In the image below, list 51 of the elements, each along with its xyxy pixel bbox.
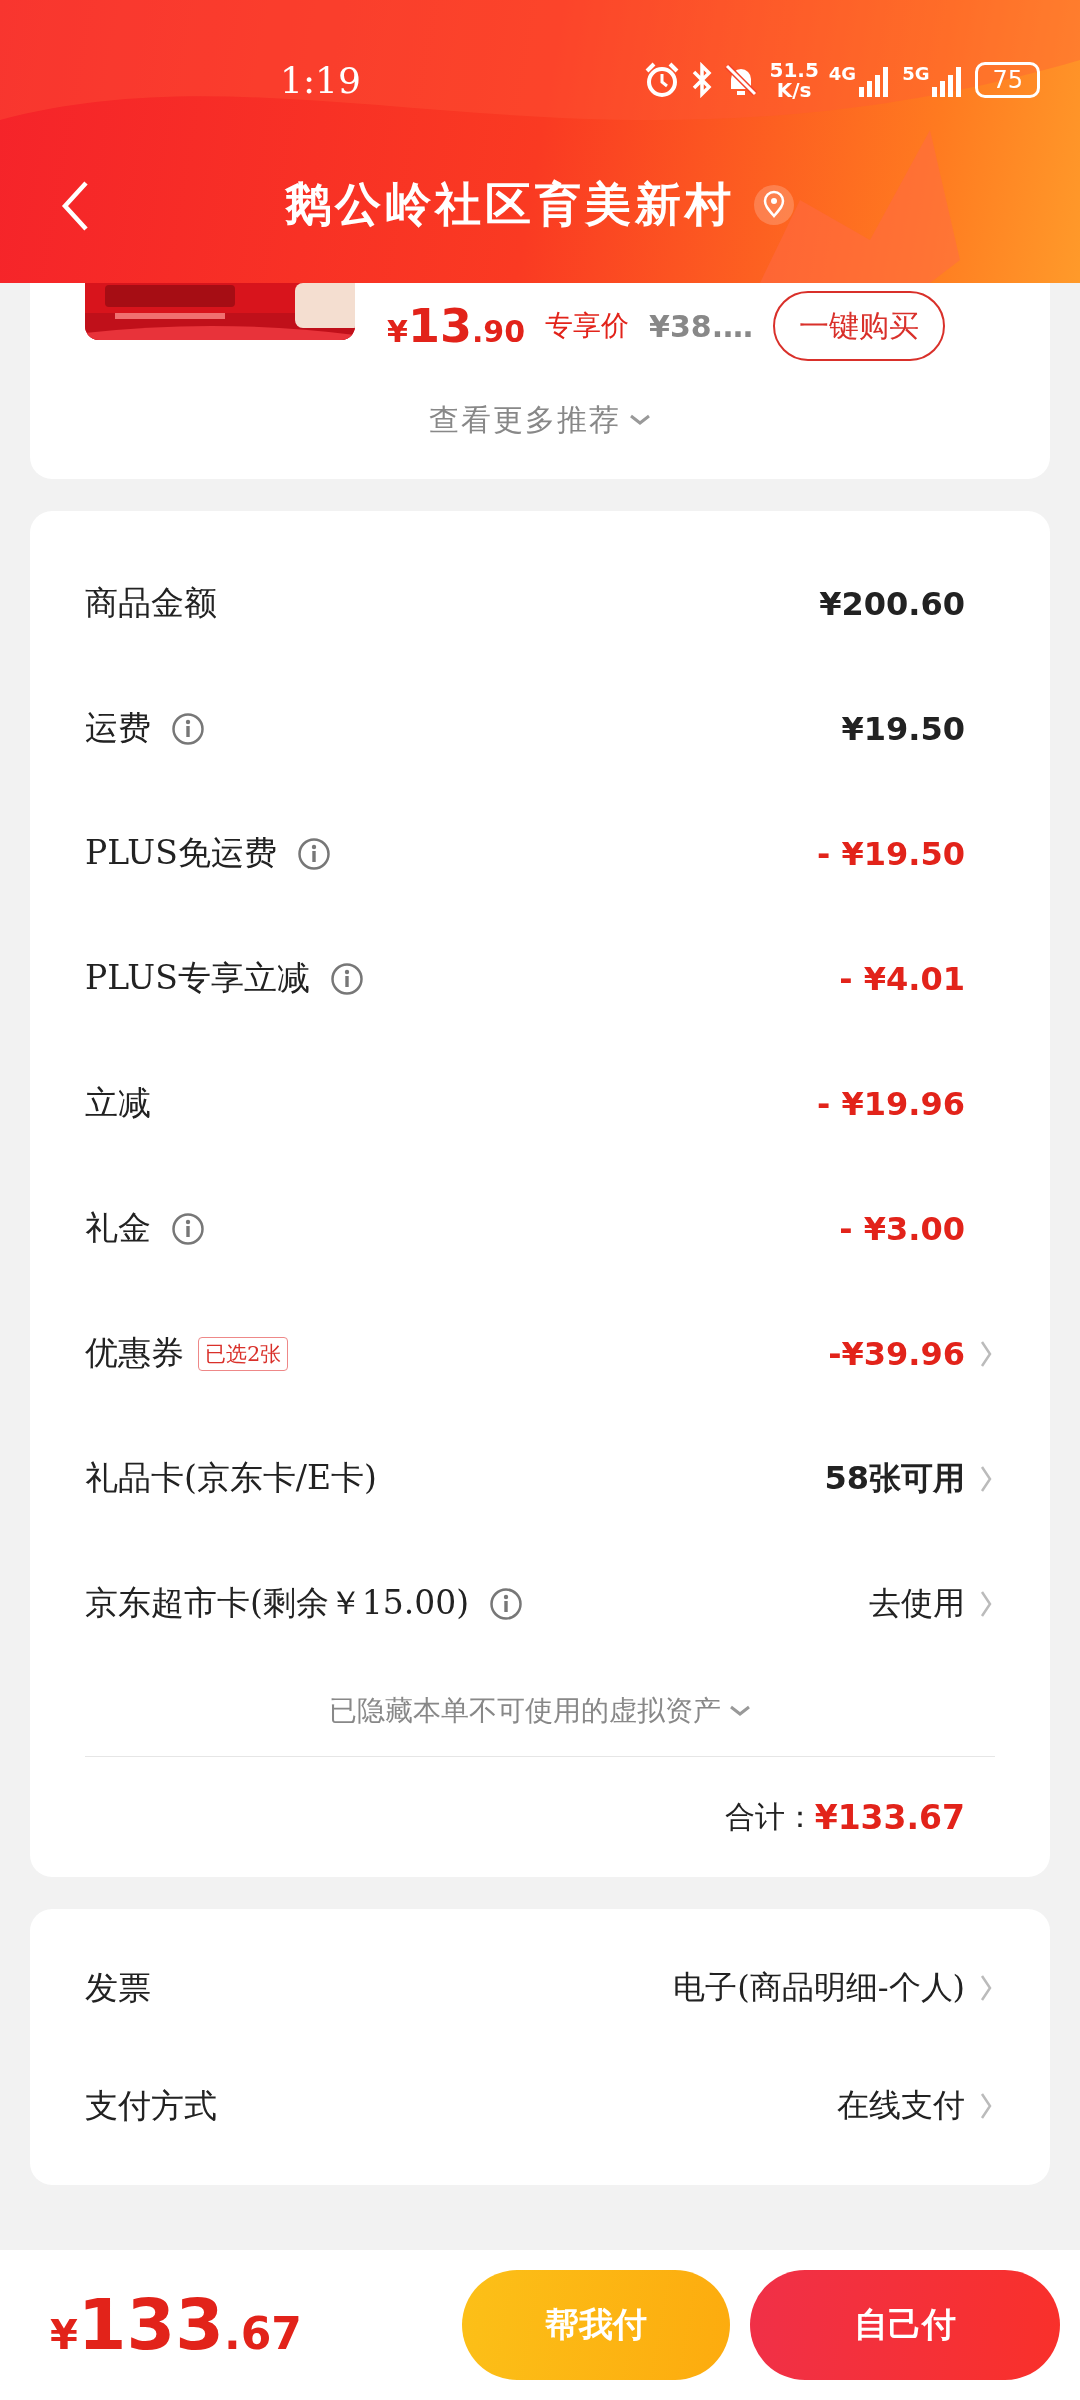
fee-label: 礼品卡(京东卡/E卡) bbox=[85, 1457, 377, 1499]
back-icon[interactable] bbox=[60, 180, 90, 232]
speed-unit: K/s bbox=[776, 80, 812, 100]
network-type: 5G bbox=[902, 63, 930, 84]
fee-value: 去使用 bbox=[869, 1582, 965, 1624]
original-price: ¥38.… bbox=[649, 308, 754, 344]
battery-level: 75 bbox=[975, 62, 1040, 98]
option-label: 支付方式 bbox=[85, 2084, 217, 2127]
fee-value: 58张可用 bbox=[824, 1457, 965, 1499]
info-icon[interactable] bbox=[329, 961, 364, 996]
total-label: 合计： bbox=[724, 1797, 815, 1836]
info-icon[interactable] bbox=[489, 1586, 524, 1621]
coupon-badge: 已选2张 bbox=[198, 1336, 289, 1371]
info-icon[interactable] bbox=[296, 836, 331, 871]
fee-label: 运费 bbox=[85, 707, 151, 749]
bell-muted-icon bbox=[723, 62, 760, 98]
fee-value: -¥39.96 bbox=[828, 1334, 965, 1373]
product-price: ¥13.90 bbox=[387, 299, 526, 353]
option-label: 发票 bbox=[85, 1966, 151, 2009]
payable-amount: ¥133.67 bbox=[50, 2284, 302, 2366]
fee-label: 京东超市卡(剩余￥15.00) bbox=[85, 1582, 470, 1624]
fee-value: ¥19.50 bbox=[841, 709, 965, 748]
info-icon[interactable] bbox=[171, 711, 205, 746]
buy-now-button[interactable]: 一键购买 bbox=[773, 291, 946, 361]
hidden-assets-note[interactable]: 已隐藏本单不可使用的虚拟资产 bbox=[329, 1692, 721, 1730]
chevron-down-icon bbox=[729, 1704, 751, 1718]
fee-value: - ¥19.96 bbox=[817, 1084, 965, 1123]
fee-value: ¥200.60 bbox=[819, 584, 965, 623]
fee-label: 立减 bbox=[85, 1082, 151, 1124]
fee-value: - ¥4.01 bbox=[839, 959, 965, 998]
fee-label: 优惠券 bbox=[85, 1332, 184, 1374]
fee-label: PLUS专享立减 bbox=[85, 957, 310, 999]
address-title: 鹅公岭社区育美新村 bbox=[285, 176, 735, 233]
total-amount: ¥133.67 bbox=[814, 1797, 965, 1837]
price-tag: 专享价 bbox=[545, 307, 630, 345]
fee-value: - ¥19.50 bbox=[817, 834, 965, 873]
network-speed: 51.5 bbox=[769, 60, 819, 80]
bluetooth-icon bbox=[691, 62, 714, 98]
location-pin-icon[interactable] bbox=[753, 184, 795, 226]
info-icon[interactable] bbox=[171, 1211, 205, 1246]
fee-label: PLUS免运费 bbox=[85, 832, 277, 874]
pay-button[interactable]: 自己付 bbox=[750, 2270, 1060, 2380]
chevron-down-icon bbox=[629, 413, 651, 427]
status-time: 1:19 bbox=[280, 59, 361, 101]
fee-label: 商品金额 bbox=[85, 582, 217, 624]
fee-value: - ¥3.00 bbox=[839, 1209, 965, 1248]
option-value[interactable]: 在线支付 bbox=[837, 2084, 965, 2128]
network-type: 4G bbox=[828, 63, 857, 84]
fee-label: 礼金 bbox=[85, 1207, 151, 1249]
option-value[interactable]: 电子(商品明细-个人) bbox=[673, 1966, 965, 2010]
more-recommendations-link[interactable]: 查看更多推荐 bbox=[429, 399, 621, 441]
